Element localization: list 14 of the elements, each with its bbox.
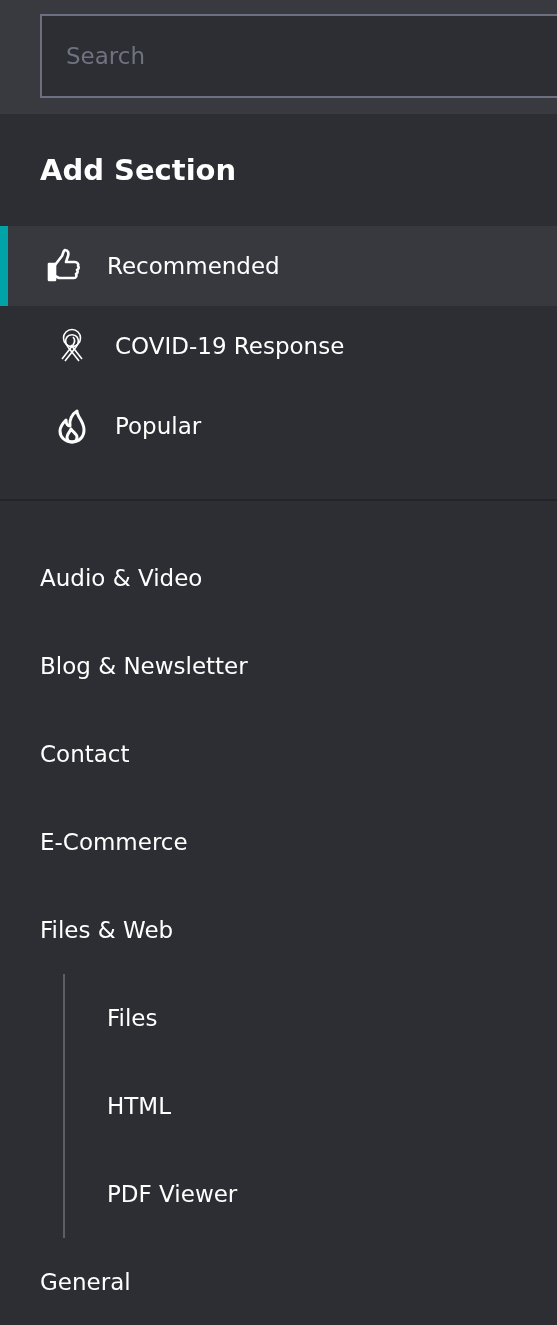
- subcategory-item[interactable]: HTML: [65, 1062, 557, 1150]
- section-heading: Add Section: [39, 152, 238, 189]
- search-field[interactable]: Search: [40, 14, 557, 98]
- subcategory-item[interactable]: Files: [65, 974, 557, 1062]
- category-item[interactable]: Blog & Newsletter: [0, 622, 557, 710]
- category-item[interactable]: Audio & Video: [0, 534, 557, 622]
- menu-item[interactable]: Popular: [0, 386, 557, 466]
- category-item[interactable]: Files & Web: [0, 886, 557, 974]
- category-item[interactable]: General: [0, 1238, 557, 1325]
- category-item[interactable]: Contact: [0, 710, 557, 798]
- subcategory-item[interactable]: PDF Viewer: [65, 1150, 557, 1238]
- category-item[interactable]: E-Commerce: [0, 798, 557, 886]
- menu-item[interactable]: COVID-19 Response: [0, 306, 557, 386]
- menu-item[interactable]: Recommended: [0, 226, 557, 306]
